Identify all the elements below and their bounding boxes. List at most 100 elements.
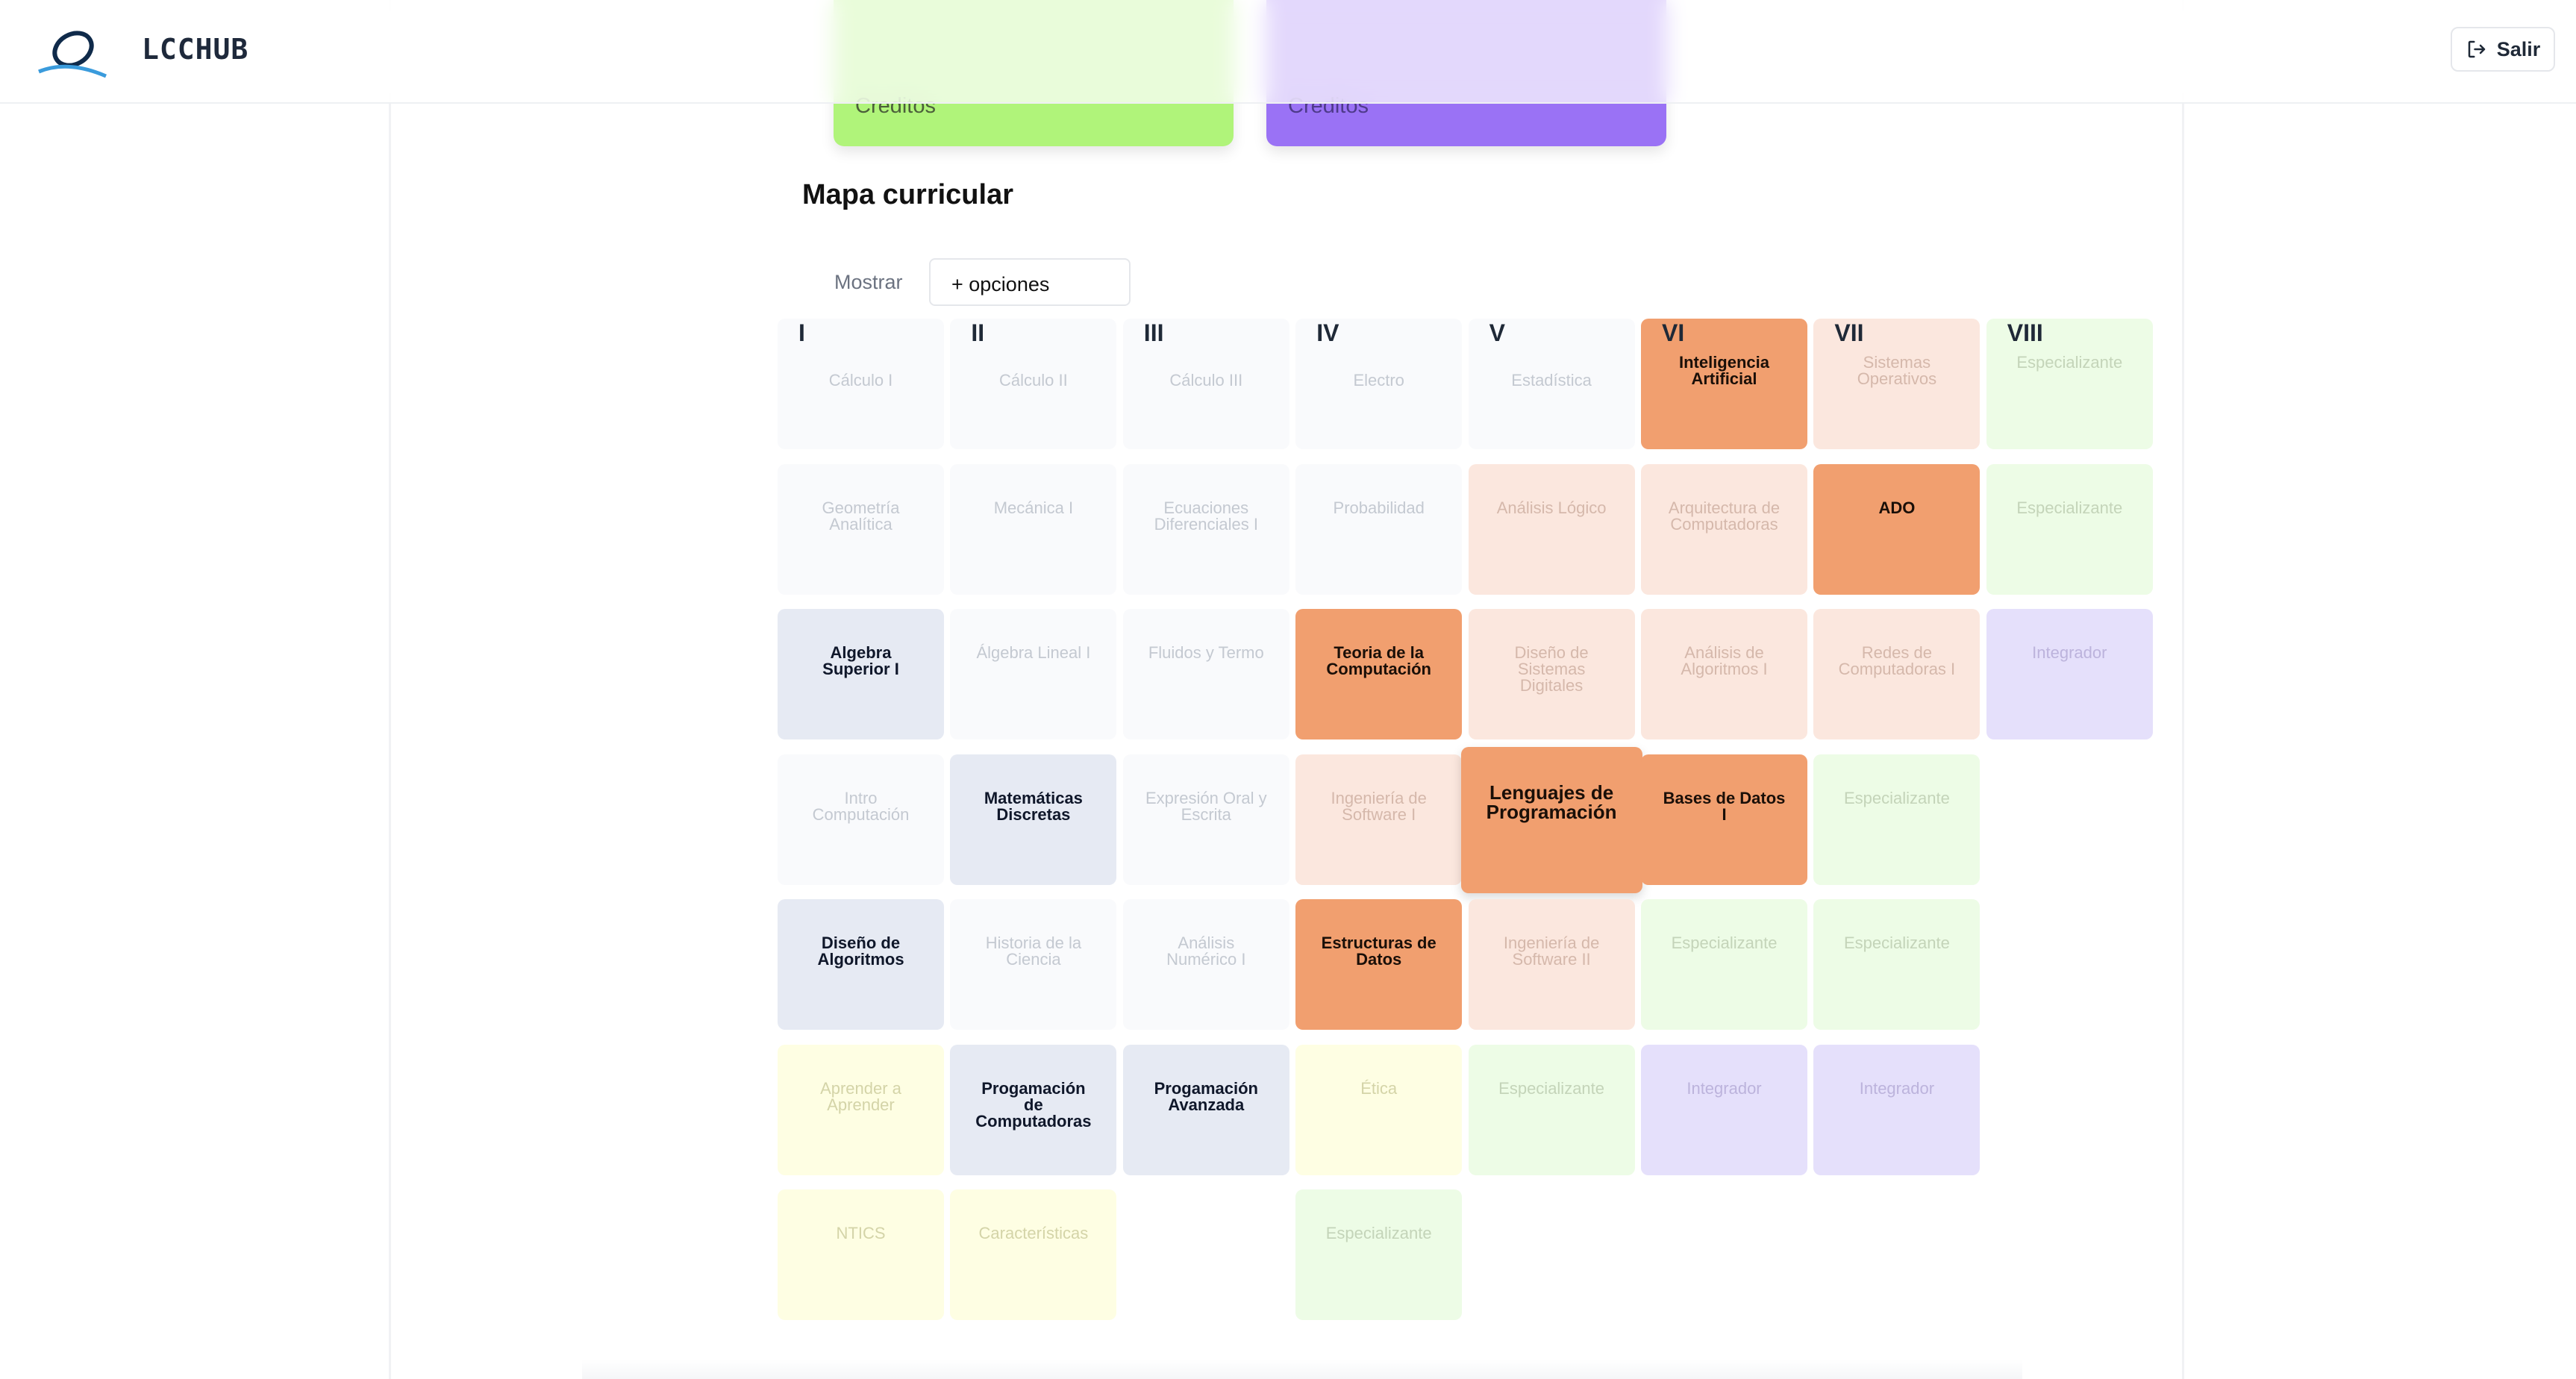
semester-numeral: I <box>798 319 805 346</box>
course-card[interactable]: I Cálculo I <box>778 319 944 449</box>
course-name: Teoria de la Computación <box>1326 643 1431 678</box>
course-name: Inteligencia Artificial <box>1678 353 1770 388</box>
course-card[interactable]: Ética <box>1295 1044 1463 1175</box>
semester-numeral: VIII <box>2007 319 2043 346</box>
course-name: Especializante <box>1498 1078 1605 1098</box>
course-name: Matemáticas Discretas <box>984 788 1083 824</box>
course-card[interactable]: Progamación Avanzada <box>1122 1044 1289 1175</box>
course-card[interactable]: Intro Computación <box>778 754 944 885</box>
course-name: Cálculo III <box>1169 371 1243 390</box>
course-name: Cálculo II <box>999 371 1068 390</box>
course-name: Análisis Numérico I <box>1166 934 1246 969</box>
course-card[interactable]: VI Inteligencia Artificial <box>1641 319 1807 449</box>
course-card[interactable]: Análisis Numérico I <box>1122 899 1289 1030</box>
course-card[interactable]: Redes de Computadoras I <box>1813 609 1981 739</box>
course-card[interactable]: Especializante <box>1641 899 1807 1030</box>
course-card[interactable]: Fluidos y Termo <box>1122 609 1289 739</box>
course-name: Estructuras de Datos <box>1321 934 1437 969</box>
course-card[interactable]: Integrador <box>1641 1044 1807 1175</box>
content-frame-left <box>389 0 391 1379</box>
brand-name[interactable]: LCCHUB <box>142 33 248 66</box>
course-card[interactable]: Especializante <box>1295 1189 1463 1320</box>
course-card[interactable]: Matemáticas Discretas <box>950 754 1117 885</box>
course-card[interactable]: Especializante <box>1986 463 2153 595</box>
course-name: Integrador <box>1686 1078 1762 1098</box>
course-name: Aprender a Aprender <box>820 1078 901 1114</box>
course-card[interactable]: NTICS <box>778 1189 944 1320</box>
course-name: Geometría Analítica <box>822 498 900 534</box>
course-card[interactable]: Teoria de la Computación <box>1295 609 1463 739</box>
course-name: Diseño de Algoritmos <box>817 934 904 969</box>
course-card[interactable]: Ecuaciones Diferenciales I <box>1122 463 1289 595</box>
course-card[interactable]: Bases de Datos I <box>1641 754 1807 885</box>
course-card[interactable]: IV Electro <box>1295 319 1463 449</box>
course-card[interactable]: Lenguajes de Programación <box>1460 746 1642 893</box>
course-card[interactable]: II Cálculo II <box>950 319 1117 449</box>
course-name: Progamación de Computadoras <box>975 1078 1092 1131</box>
logo-icon[interactable] <box>34 16 109 82</box>
course-name: Mecánica I <box>993 498 1074 517</box>
semester-numeral: II <box>971 319 985 346</box>
course-name: Ingeniería de Software II <box>1503 934 1600 969</box>
course-name: Progamación Avanzada <box>1154 1078 1258 1114</box>
course-card[interactable]: Características <box>950 1189 1117 1320</box>
bottom-fade <box>582 1360 2022 1379</box>
course-name: Ingeniería de Software I <box>1331 788 1427 824</box>
course-card[interactable]: Mecánica I <box>950 463 1117 595</box>
course-card[interactable]: Ingeniería de Software II <box>1468 899 1635 1030</box>
course-card[interactable]: Especializante <box>1813 899 1981 1030</box>
course-card[interactable]: Integrador <box>1813 1044 1981 1175</box>
course-name: Ecuaciones Diferenciales I <box>1154 498 1258 534</box>
course-card[interactable]: Especializante <box>1468 1044 1635 1175</box>
logout-icon <box>2468 40 2485 58</box>
course-card[interactable]: Expresión Oral y Escrita <box>1122 754 1289 885</box>
logout-label: Salir <box>2496 37 2541 60</box>
course-name: Arquitectura de Computadoras <box>1668 498 1781 534</box>
course-card[interactable]: Estructuras de Datos <box>1295 899 1463 1030</box>
course-card[interactable]: Algebra Superior I <box>778 609 944 739</box>
course-name: Algebra Superior I <box>822 643 899 678</box>
semester-numeral: IV <box>1316 319 1339 346</box>
course-name: Especializante <box>1843 788 1950 807</box>
logout-button[interactable]: Salir <box>2451 27 2555 72</box>
course-card[interactable]: Álgebra Lineal I <box>950 609 1117 739</box>
course-name: Especializante <box>1843 934 1950 952</box>
course-name: Análisis de Algoritmos I <box>1681 643 1768 678</box>
course-name: Historia de la Ciencia <box>985 934 1082 969</box>
course-name: Integrador <box>2032 643 2107 662</box>
course-name: Intro Computación <box>812 788 910 824</box>
options-select[interactable]: + opciones <box>929 258 1131 306</box>
top-header: LCCHUB Salir <box>0 0 2576 104</box>
course-card[interactable]: V Estadística <box>1468 319 1635 449</box>
course-card[interactable]: Probabilidad <box>1295 463 1463 595</box>
course-name: Cálculo I <box>828 371 893 390</box>
course-name: Especializante <box>1325 1224 1432 1242</box>
course-card[interactable]: Progamación de Computadoras <box>950 1044 1117 1175</box>
course-card[interactable]: Análisis Lógico <box>1468 463 1635 595</box>
course-name: NTICS <box>836 1224 886 1242</box>
course-card[interactable]: Análisis de Algoritmos I <box>1641 609 1807 739</box>
course-card[interactable]: Diseño de Algoritmos <box>778 899 944 1030</box>
course-name: Lenguajes de Programación <box>1486 781 1617 823</box>
course-card[interactable]: Ingeniería de Software I <box>1295 754 1463 885</box>
course-card[interactable]: VII Sistemas Operativos <box>1813 319 1981 449</box>
show-label: Mostrar <box>834 271 903 293</box>
course-card[interactable]: ADO <box>1813 463 1981 595</box>
course-name: ADO <box>1878 498 1916 517</box>
course-name: Diseño de Sistemas Digitales <box>1514 643 1589 695</box>
course-card[interactable]: Integrador <box>1986 609 2153 739</box>
course-card[interactable]: Diseño de Sistemas Digitales <box>1468 609 1635 739</box>
course-card[interactable]: Historia de la Ciencia <box>950 899 1117 1030</box>
course-card[interactable]: VIII Especializante <box>1986 319 2153 449</box>
course-card[interactable]: Aprender a Aprender <box>778 1044 944 1175</box>
course-name: Expresión Oral y Escrita <box>1145 788 1267 824</box>
course-name: Álgebra Lineal I <box>976 643 1091 662</box>
course-name: Integrador <box>1859 1078 1935 1098</box>
course-card[interactable]: Especializante <box>1813 754 1981 885</box>
course-name: Especializante <box>2016 498 2123 517</box>
course-card[interactable]: Arquitectura de Computadoras <box>1641 463 1807 595</box>
course-card[interactable]: Geometría Analítica <box>778 463 944 595</box>
course-card[interactable]: III Cálculo III <box>1122 319 1289 449</box>
course-name: Electro <box>1353 371 1404 390</box>
course-name: Especializante <box>1671 934 1778 952</box>
